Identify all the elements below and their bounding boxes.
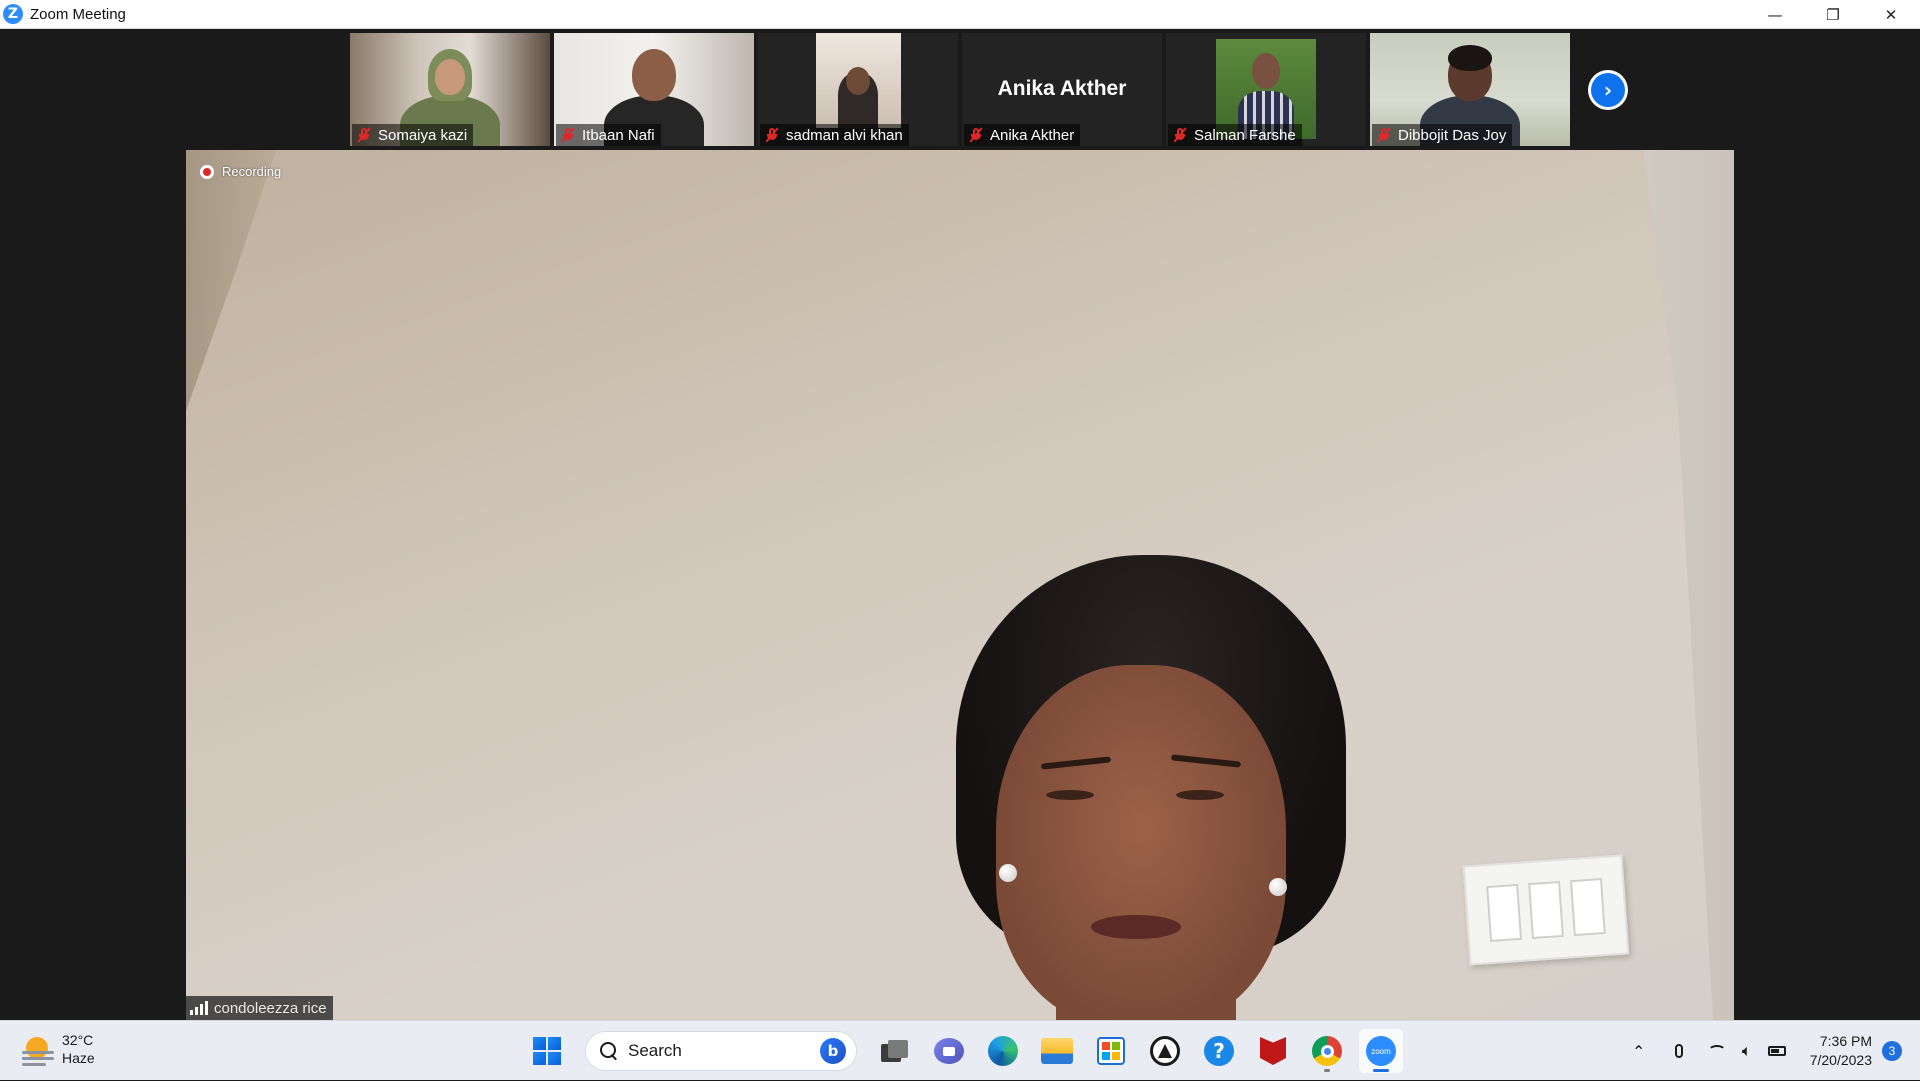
chevron-right-icon: › [1591, 73, 1625, 107]
search-icon [600, 1042, 618, 1060]
teams-chat-icon [934, 1038, 964, 1064]
restore-button[interactable]: ❐ [1804, 0, 1862, 29]
wifi-icon [1707, 1045, 1726, 1057]
task-view-button[interactable] [873, 1029, 917, 1073]
help-button[interactable]: ? [1197, 1029, 1241, 1073]
file-explorer-button[interactable] [1035, 1029, 1079, 1073]
participant-label: Itbaan Nafi [556, 124, 661, 146]
task-view-icon [881, 1040, 909, 1062]
app-icon [1150, 1036, 1180, 1066]
chrome-icon [1312, 1036, 1342, 1066]
window-controls: — ❐ ✕ [1746, 0, 1920, 29]
participant-name: Somaiya kazi [378, 126, 468, 144]
participant-tile[interactable]: Salman Farshe [1166, 33, 1366, 146]
meeting-area: Somaiya kazi Itbaan Nafi sadman alvi kha… [0, 29, 1920, 1020]
speaker-name: condoleezza rice [214, 999, 327, 1017]
participant-label: Dibbojit Das Joy [1372, 124, 1513, 146]
participant-tile[interactable]: sadman alvi khan [758, 33, 958, 146]
taskbar-search[interactable]: Search b [585, 1031, 857, 1071]
clock[interactable]: 7:36 PM 7/20/2023 [1810, 1032, 1872, 1070]
volume-icon: 🔈︎ [1741, 1041, 1752, 1060]
battery-button[interactable] [1762, 1036, 1792, 1066]
clock-date: 7/20/2023 [1809, 1052, 1872, 1068]
signal-strength-icon [190, 1001, 208, 1015]
muted-mic-icon [968, 127, 984, 143]
zoom-icon-label: zoom [1371, 1046, 1391, 1056]
participant-label: Salman Farshe [1168, 124, 1302, 146]
battery-icon [1767, 1046, 1786, 1056]
show-hidden-icons-button[interactable]: ⌃ [1624, 1036, 1654, 1066]
speaker-eye [1176, 790, 1224, 800]
zoom-icon: zoom [1366, 1036, 1396, 1066]
taskbar-pinned-apps: Search b ? zoom [525, 1029, 1403, 1073]
participant-name: sadman alvi khan [786, 126, 903, 144]
muted-mic-icon [356, 127, 372, 143]
speaker-label: condoleezza rice [186, 996, 333, 1020]
participant-tile[interactable]: Dibbojit Das Joy [1370, 33, 1570, 146]
recording-label: Recording [222, 164, 282, 179]
file-explorer-icon [1041, 1038, 1073, 1064]
chevron-up-icon: ⌃ [1632, 1041, 1646, 1061]
chrome-button[interactable] [1305, 1029, 1349, 1073]
bing-icon[interactable]: b [820, 1038, 846, 1064]
earring [1269, 878, 1287, 896]
participant-tile[interactable]: Anika Akther Anika Akther [962, 33, 1162, 146]
weather-widget[interactable]: 32°C Haze [22, 1031, 95, 1067]
participant-name: Anika Akther [990, 126, 1075, 144]
clock-time: 7:36 PM [1819, 1033, 1872, 1049]
system-tray: ⌃ 🔈︎ 7:36 PM 7/20/2023 3 [1624, 1021, 1920, 1081]
participant-name: Dibbojit Das Joy [1398, 126, 1507, 144]
participant-label: sadman alvi khan [760, 124, 909, 146]
volume-button[interactable]: 🔈︎ [1732, 1036, 1762, 1066]
participant-name: Itbaan Nafi [582, 126, 655, 144]
earring [999, 864, 1017, 882]
muted-mic-icon [560, 127, 576, 143]
participant-label: Somaiya kazi [352, 124, 474, 146]
start-button[interactable] [525, 1029, 569, 1073]
microsoft-store-icon [1097, 1037, 1125, 1065]
weather-condition: Haze [62, 1050, 95, 1066]
muted-mic-icon [1376, 127, 1392, 143]
wifi-button[interactable] [1702, 1036, 1732, 1066]
minimize-button[interactable]: — [1746, 0, 1804, 29]
title-bar: Z Zoom Meeting — ❐ ✕ [0, 0, 1920, 29]
microphone-icon [1674, 1044, 1683, 1058]
recording-indicator: Recording [200, 164, 281, 179]
weather-temperature: 32°C [62, 1032, 94, 1048]
notification-badge[interactable]: 3 [1882, 1041, 1902, 1061]
muted-mic-icon [1172, 127, 1188, 143]
edge-icon [988, 1036, 1018, 1066]
muted-mic-icon [764, 127, 780, 143]
participant-display-name: Anika Akther [997, 77, 1127, 100]
zoom-logo-icon: Z [3, 4, 23, 24]
close-button[interactable]: ✕ [1862, 0, 1920, 29]
participant-tile[interactable]: Itbaan Nafi [554, 33, 754, 146]
windows-start-icon [533, 1037, 561, 1065]
speaker-lips [1091, 915, 1181, 939]
participant-tile[interactable]: Somaiya kazi [350, 33, 550, 146]
window-title: Zoom Meeting [30, 5, 126, 23]
main-speaker-video[interactable]: Recording condoleezza rice [186, 150, 1734, 1020]
mcafee-button[interactable] [1251, 1029, 1295, 1073]
search-label: Search [628, 1041, 682, 1060]
teams-chat-button[interactable] [927, 1029, 971, 1073]
microsoft-store-button[interactable] [1089, 1029, 1133, 1073]
participant-name: Salman Farshe [1194, 126, 1296, 144]
haze-weather-icon [22, 1033, 54, 1066]
mcafee-icon [1260, 1037, 1286, 1065]
zoom-button[interactable]: zoom [1359, 1029, 1403, 1073]
help-icon: ? [1204, 1036, 1234, 1066]
app-button[interactable] [1143, 1029, 1187, 1073]
taskbar: 32°C Haze Search b ? zoom ⌃ 🔈︎ 7:36 PM 7… [0, 1020, 1920, 1080]
participant-label: Anika Akther [964, 124, 1081, 146]
speaker-face [996, 665, 1286, 1020]
microphone-button[interactable] [1664, 1036, 1694, 1066]
participant-strip: Somaiya kazi Itbaan Nafi sadman alvi kha… [350, 33, 1570, 146]
recording-icon [200, 164, 214, 179]
next-page-button[interactable]: › [1588, 70, 1628, 110]
light-switch-plate [1462, 854, 1630, 966]
edge-button[interactable] [981, 1029, 1025, 1073]
background-wall [186, 150, 276, 411]
speaker-eye [1046, 790, 1094, 800]
